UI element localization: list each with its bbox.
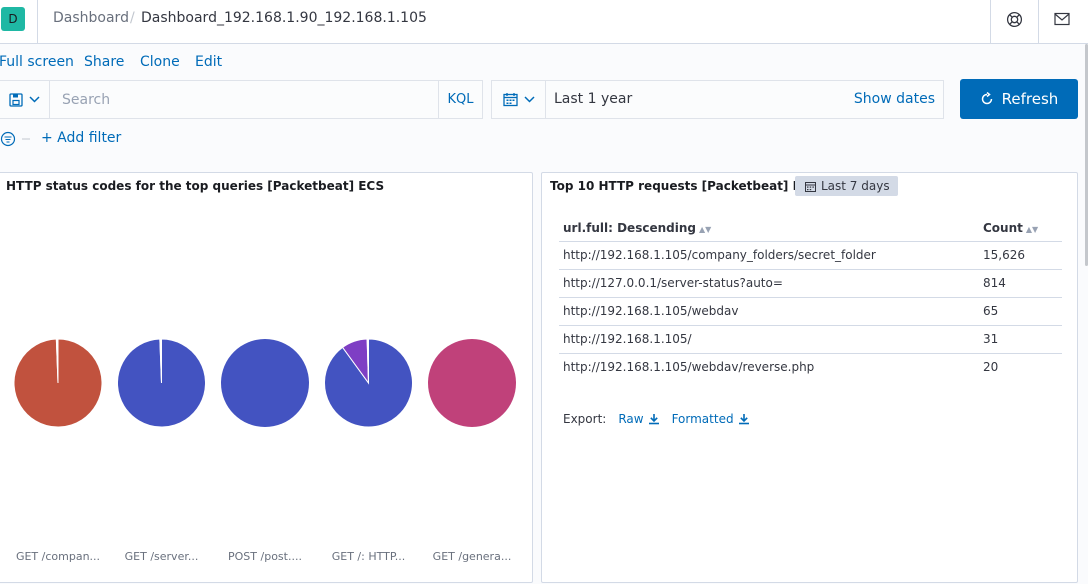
help-icon[interactable] [1005,10,1023,28]
sort-icon: ▲▼ [1025,224,1039,234]
panel-title: Top 10 HTTP requests [Packetbeat] ECS [550,179,819,193]
filter-options-button[interactable] [0,130,32,150]
table-row: http://192.168.1.105/webdav/reverse.php 2… [559,353,1062,381]
sort-icon: ▲▼ [698,224,712,234]
mail-icon[interactable] [1053,10,1071,28]
pie-label: GET /genera... [432,550,512,563]
header-divider [37,0,38,44]
show-dates-link[interactable]: Show dates [854,91,935,107]
status-codes-panel: HTTP status codes for the top queries [P… [0,172,533,583]
fullscreen-link[interactable]: Full screen [0,54,74,70]
date-picker: Last 1 year Show dates [491,80,944,119]
time-range-badge: Last 7 days [795,176,898,196]
url-cell: http://192.168.1.105/ [559,325,979,354]
breadcrumb-dashboard[interactable]: Dashboard [53,10,129,26]
calendar-icon [805,181,816,192]
edit-link[interactable]: Edit [195,54,222,70]
share-link[interactable]: Share [84,54,124,70]
table-row: http://192.168.1.105/31 [559,325,1062,354]
pie-charts [13,338,516,428]
export-label: Export: [563,412,607,426]
quick-date-button[interactable] [492,81,546,118]
requests-table: url.full: Descending ▲▼ Count ▲▼ http://19… [559,215,1062,381]
table-row: http://192.168.1.105/company_folders/sec… [559,241,1062,270]
top-requests-panel: Top 10 HTTP requests [Packetbeat] ECS La… [541,172,1078,583]
column-header-count[interactable]: Count ▲▼ [979,215,1062,242]
pie-label: GET /: HTTP... [331,550,406,563]
download-icon [738,414,749,425]
header-divider [1038,0,1039,44]
saved-query-button[interactable] [0,81,50,118]
chevron-down-icon [29,96,40,103]
search-input[interactable] [51,81,437,118]
table-header-row: url.full: Descending ▲▼ Count ▲▼ [559,215,1062,242]
space-avatar[interactable]: D [1,7,25,31]
kql-toggle-button[interactable]: KQL [438,81,482,118]
pie-label: GET /server... [124,550,199,563]
breadcrumb-current: Dashboard_192.168.1.90_192.168.1.105 [141,10,427,26]
pie-slice[interactable] [221,339,309,427]
breadcrumb-separator: / [130,10,135,26]
header-bar: D Dashboard / Dashboard_192.168.1.90_192… [0,0,1088,44]
column-header-url[interactable]: url.full: Descending ▲▼ [559,215,979,242]
pie-label: POST /post.... [228,550,302,563]
pie-label: GET /compan... [15,550,101,563]
add-filter-button[interactable]: + Add filter [41,130,121,146]
export-raw-link[interactable]: Raw [618,412,659,426]
time-range-badge-label: Last 7 days [821,179,890,193]
save-icon [9,92,23,107]
url-cell: http://192.168.1.105/webdav [559,297,979,326]
time-range-label[interactable]: Last 1 year [554,91,632,107]
export-formatted-link[interactable]: Formatted [672,412,750,426]
refresh-button[interactable]: Refresh [960,79,1078,119]
export-row: Export: Raw Formatted [563,412,750,426]
refresh-icon [981,92,992,105]
url-cell: http://127.0.0.1/server-status?auto= [559,269,979,298]
count-cell: 31 [979,325,1062,354]
table-row: http://192.168.1.105/webdav 65 [559,297,1062,326]
filter-icon [0,131,30,147]
table-row: http://127.0.0.1/server-status?auto= 814 [559,269,1062,298]
query-bar: KQL [0,80,483,119]
url-cell: http://192.168.1.105/webdav/reverse.php [563,360,815,375]
url-cell: http://192.168.1.105/company_folders/sec… [559,241,979,270]
refresh-label: Refresh [1001,90,1059,108]
chevron-down-icon [523,96,535,103]
count-cell: 20 [983,360,999,375]
calendar-icon [502,93,518,107]
download-icon [648,414,659,425]
header-divider [990,0,991,44]
count-cell: 65 [979,297,1062,326]
count-cell: 15,626 [979,241,1062,270]
clone-link[interactable]: Clone [140,54,180,70]
count-cell: 814 [979,269,1062,298]
pie-slice[interactable] [428,339,516,427]
